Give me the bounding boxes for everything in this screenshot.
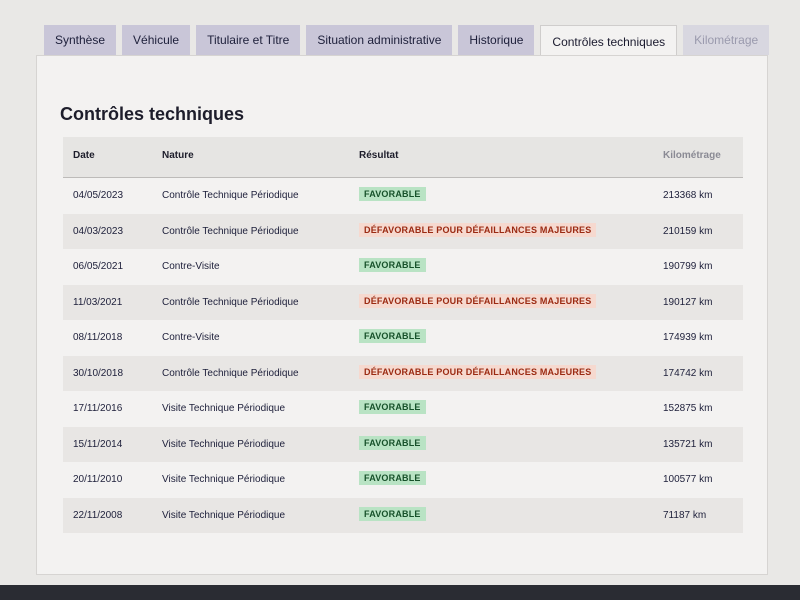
row-kilometrage: 135721 km <box>663 438 713 450</box>
result-badge: FAVORABLE <box>359 329 426 343</box>
row-date: 08/11/2018 <box>73 332 123 343</box>
row-date: 11/03/2021 <box>73 296 123 308</box>
tab-synthese[interactable]: Synthèse <box>44 25 117 55</box>
row-nature: Contrôle Technique Périodique <box>162 190 299 201</box>
table-body: 04/05/2023 Contrôle Technique Périodique F… <box>63 178 743 533</box>
table-row: 22/11/2008 Visite Technique Périodique FAV… <box>63 497 743 533</box>
tab-situation-administrative[interactable]: Situation administrative <box>306 25 453 55</box>
result-badge: FAVORABLE <box>359 435 426 450</box>
result-badge: DÉFAVORABLE POUR DÉFAILLANCES MAJEURES <box>359 293 597 308</box>
table-row: 11/03/2021 Contrôle Technique Périodique D… <box>63 284 743 320</box>
row-kilometrage: 190799 km <box>663 261 713 272</box>
result-badge: FAVORABLE <box>359 187 426 201</box>
row-nature: Visite Technique Périodique <box>162 509 286 521</box>
row-date: 06/05/2021 <box>73 261 124 272</box>
row-date: 20/11/2010 <box>73 474 123 485</box>
table-row: 06/05/2021 Contre-Visite FAVORABLE 190799 k… <box>63 249 743 285</box>
controls-table: Date Nature Résultat Kilométrage 04/05/2… <box>63 137 743 533</box>
table-row: 04/05/2023 Contrôle Technique Périodique F… <box>63 178 743 214</box>
table-header: Date Nature Résultat Kilométrage <box>63 137 743 178</box>
row-nature: Visite Technique Périodique <box>162 403 286 414</box>
table-row: 20/11/2010 Visite Technique Périodique FAV… <box>63 462 743 498</box>
row-nature: Contrôle Technique Périodique <box>162 296 299 308</box>
row-date: 15/11/2014 <box>73 438 123 450</box>
table-row: 04/03/2023 Contrôle Technique Périodique D… <box>63 213 743 249</box>
tab-controles-techniques[interactable]: Contrôles techniques <box>540 25 678 57</box>
result-badge: FAVORABLE <box>359 258 426 272</box>
row-date: 17/11/2016 <box>73 403 123 414</box>
row-nature: Contre-Visite <box>162 261 220 272</box>
header-result: Résultat <box>359 150 399 161</box>
row-kilometrage: 100577 km <box>663 474 713 485</box>
row-nature: Contrôle Technique Périodique <box>162 367 299 379</box>
header-date: Date <box>73 150 95 161</box>
row-kilometrage: 190127 km <box>663 296 713 308</box>
result-badge: FAVORABLE <box>359 506 426 521</box>
result-badge: FAVORABLE <box>359 400 426 414</box>
tab-historique[interactable]: Historique <box>458 25 535 55</box>
row-nature: Contre-Visite <box>162 332 220 343</box>
page-title: Contrôles techniques <box>60 104 245 124</box>
row-date: 22/11/2008 <box>73 509 123 521</box>
table-row: 15/11/2014 Visite Technique Périodique FAV… <box>63 426 743 462</box>
row-kilometrage: 152875 km <box>663 403 713 414</box>
row-kilometrage: 210159 km <box>663 225 713 237</box>
row-nature: Contrôle Technique Périodique <box>162 225 299 237</box>
result-badge: FAVORABLE <box>359 471 426 485</box>
header-kilometrage: Kilométrage <box>663 150 721 161</box>
header-nature: Nature <box>162 150 194 161</box>
tab-vehicule[interactable]: Véhicule <box>122 25 191 55</box>
row-kilometrage: 174742 km <box>663 367 713 379</box>
row-date: 04/05/2023 <box>73 190 124 201</box>
row-kilometrage: 71187 km <box>663 509 707 521</box>
tab-bar: Synthèse Véhicule Titulaire et Titre Sit… <box>44 25 770 57</box>
result-badge: DÉFAVORABLE POUR DÉFAILLANCES MAJEURES <box>359 364 597 379</box>
taskbar <box>0 585 800 600</box>
row-kilometrage: 213368 km <box>663 190 713 201</box>
content-panel: Contrôles techniques Date Nature Résulta… <box>36 55 768 575</box>
tab-titulaire-et-titre[interactable]: Titulaire et Titre <box>196 25 301 55</box>
row-kilometrage: 174939 km <box>663 332 713 343</box>
row-date: 04/03/2023 <box>73 225 124 237</box>
row-nature: Visite Technique Périodique <box>162 474 286 485</box>
table-row: 08/11/2018 Contre-Visite FAVORABLE 174939 k… <box>63 320 743 356</box>
table-row: 30/10/2018 Contrôle Technique Périodique D… <box>63 355 743 391</box>
result-badge: DÉFAVORABLE POUR DÉFAILLANCES MAJEURES <box>359 222 597 237</box>
table-row: 17/11/2016 Visite Technique Périodique FAV… <box>63 391 743 427</box>
row-date: 30/10/2018 <box>73 367 124 379</box>
row-nature: Visite Technique Périodique <box>162 438 286 450</box>
tab-kilometrage[interactable]: Kilométrage <box>683 25 770 55</box>
